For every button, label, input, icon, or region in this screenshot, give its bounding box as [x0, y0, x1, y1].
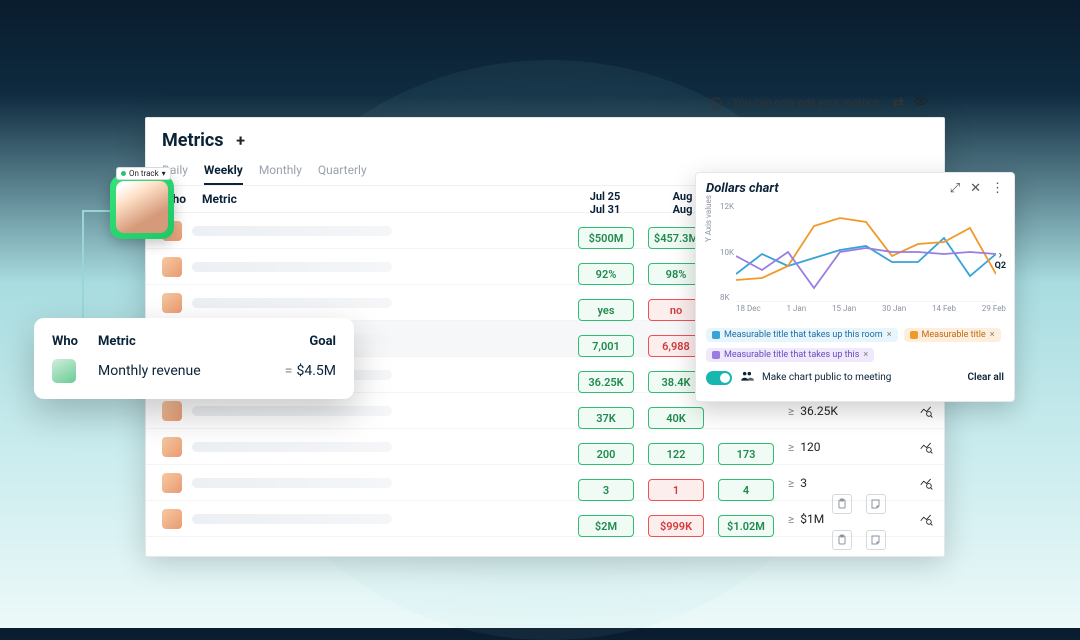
callout-metric-name: Monthly revenue	[98, 363, 201, 379]
metric-name-placeholder	[192, 298, 392, 308]
avatar	[162, 509, 182, 529]
y-tick: 12K	[720, 202, 734, 211]
avatar	[162, 473, 182, 493]
y-tick: 8K	[720, 293, 734, 302]
value-chip[interactable]: 37K	[578, 407, 634, 429]
chart-panel: Dollars chart ⤢ ✕ ⋮ Y Axis values 12K 10K…	[695, 172, 1015, 402]
notice-text: You can only edit your metrics.	[733, 96, 883, 109]
series-line	[736, 238, 996, 276]
value-chip[interactable]: 3	[578, 479, 634, 501]
trend-icon[interactable]	[914, 507, 938, 531]
goal-cell: ≥120	[788, 440, 908, 454]
metric-name-placeholder	[192, 442, 392, 452]
metric-name-placeholder	[192, 478, 392, 488]
tab-weekly[interactable]: Weekly	[204, 157, 243, 185]
y-axis-label: Y Axis values	[704, 195, 713, 242]
value-chip[interactable]: 1	[648, 479, 704, 501]
value-chip[interactable]: 122	[648, 443, 704, 465]
series-line	[736, 248, 996, 288]
trend-icon[interactable]	[914, 435, 938, 459]
trend-icon[interactable]	[914, 471, 938, 495]
x-tick: 30 Jan	[882, 304, 906, 313]
remove-pill-icon[interactable]: ×	[887, 330, 892, 340]
eye-icon[interactable]	[914, 94, 928, 111]
chevron-right-icon[interactable]: ›	[999, 248, 1002, 261]
avatar	[162, 437, 182, 457]
value-chip[interactable]: 92%	[578, 263, 634, 285]
x-tick: 15 Jan	[832, 304, 856, 313]
value-chip[interactable]: $500M	[578, 227, 634, 249]
metric-callout: Who Metric Goal Monthly revenue =$4.5M	[34, 318, 354, 399]
remove-pill-icon[interactable]: ×	[863, 350, 868, 360]
metric-name-placeholder	[192, 406, 392, 416]
chart-plot	[736, 202, 996, 302]
swap-icon[interactable]: ⇄	[892, 95, 904, 111]
callout-col-who: Who	[52, 334, 86, 349]
value-chip[interactable]: 40K	[648, 407, 704, 429]
value-chip[interactable]: 36.25K	[578, 371, 634, 393]
info-icon	[709, 96, 723, 110]
value-chip[interactable]: 173	[718, 443, 774, 465]
page-title: Metrics	[162, 130, 224, 151]
y-tick: 10K	[720, 248, 734, 257]
table-row[interactable]: ≥120	[146, 429, 944, 465]
avatar	[52, 359, 76, 383]
tab-monthly[interactable]: Monthly	[259, 157, 302, 185]
value-chip[interactable]: $2M	[578, 515, 634, 537]
remove-pill-icon[interactable]: ×	[990, 330, 995, 340]
expand-icon[interactable]: ⤢	[950, 181, 960, 196]
avatar	[116, 181, 168, 233]
series-line	[736, 218, 996, 280]
clear-all-button[interactable]: Clear all	[967, 372, 1004, 383]
x-tick: 29 Feb	[982, 304, 1006, 313]
note-icon[interactable]	[866, 530, 886, 550]
legend-pill[interactable]: Measurable title that takes up this room…	[706, 328, 898, 342]
value-chip[interactable]: $999K	[648, 515, 704, 537]
metric-name-placeholder	[192, 262, 392, 272]
clipboard-icon[interactable]	[832, 494, 852, 514]
x-tick: 14 Feb	[932, 304, 956, 313]
avatar	[162, 293, 182, 313]
public-label: Make chart public to meeting	[762, 372, 891, 383]
callout-goal: =$4.5M	[285, 363, 336, 379]
clipboard-icon[interactable]	[832, 530, 852, 550]
status-pill: On track ▾	[116, 167, 171, 180]
chart-title: Dollars chart	[706, 181, 779, 196]
avatar	[162, 257, 182, 277]
value-chip[interactable]: 200	[578, 443, 634, 465]
note-icon[interactable]	[866, 494, 886, 514]
owner-avatar-badge[interactable]: On track ▾	[110, 175, 174, 239]
x-tick: 18 Dec	[736, 304, 761, 313]
metric-name-placeholder	[192, 514, 392, 524]
callout-col-metric: Metric	[98, 334, 136, 349]
trend-icon[interactable]	[914, 399, 938, 423]
goal-cell: ≥36.25K	[788, 404, 908, 418]
tab-quarterly[interactable]: Quarterly	[318, 157, 367, 185]
callout-col-goal: Goal	[309, 334, 336, 349]
close-icon[interactable]: ✕	[970, 181, 981, 196]
avatar	[162, 401, 182, 421]
legend-pill[interactable]: Measurable title that takes up this ×	[706, 348, 874, 362]
value-chip[interactable]: yes	[578, 299, 634, 321]
more-icon[interactable]: ⋮	[991, 181, 1004, 196]
x-tick: 1 Jan	[786, 304, 806, 313]
notice-bar: You can only edit your metrics. ⇄	[709, 94, 928, 111]
metric-name-placeholder	[192, 226, 392, 236]
add-metric-button[interactable]: +	[232, 132, 250, 150]
period-label: Q2	[995, 261, 1006, 271]
people-icon	[740, 370, 754, 385]
value-chip[interactable]: 7,001	[578, 335, 634, 357]
col-metric: Metric	[202, 192, 432, 206]
public-toggle[interactable]	[706, 371, 732, 385]
date-header: Jul 25Jul 31	[578, 190, 632, 216]
legend-pill[interactable]: Measurable title ×	[904, 328, 1001, 342]
